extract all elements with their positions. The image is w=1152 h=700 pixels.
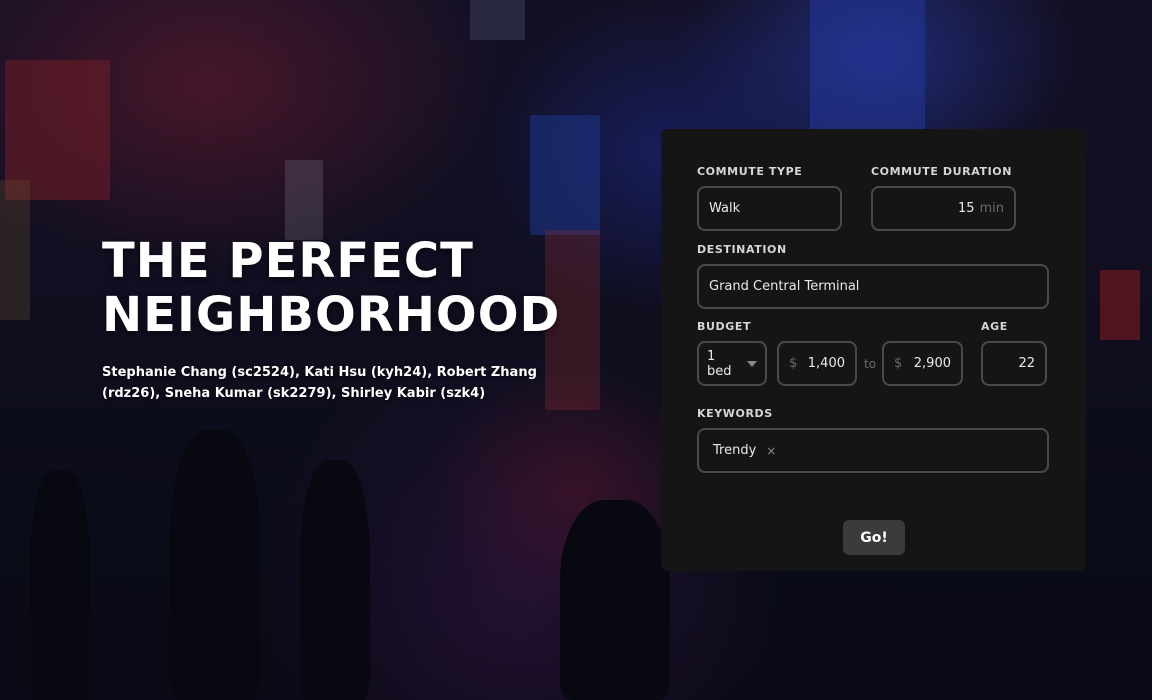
age-label: AGE <box>981 320 1008 333</box>
chevron-down-icon <box>747 360 757 367</box>
close-icon[interactable]: × <box>766 444 776 458</box>
destination-value: Grand Central Terminal <box>709 279 860 294</box>
age-value: 22 <box>1018 356 1035 371</box>
currency-icon: $ <box>789 356 798 371</box>
authors-text: Stephanie Chang (sc2524), Kati Hsu (kyh2… <box>102 365 537 401</box>
keywords-label: KEYWORDS <box>697 407 773 420</box>
page-title: THE PERFECT NEIGHBORHOOD <box>102 234 622 342</box>
budget-label: BUDGET <box>697 320 752 333</box>
currency-icon: $ <box>894 356 903 371</box>
commute-duration-input[interactable]: 15 min <box>871 186 1016 231</box>
commute-type-input[interactable]: Walk <box>697 186 842 231</box>
bedrooms-select[interactable]: 1 bed <box>697 341 767 386</box>
age-input[interactable]: 22 <box>981 341 1047 386</box>
commute-type-value: Walk <box>709 201 741 216</box>
go-button[interactable]: Go! <box>843 520 905 555</box>
keywords-input[interactable]: Trendy × <box>697 428 1049 473</box>
commute-duration-unit: min <box>979 201 1004 216</box>
budget-separator: to <box>864 357 877 371</box>
commute-type-label: COMMUTE TYPE <box>697 165 803 178</box>
budget-max-value: 2,900 <box>913 356 951 371</box>
budget-min-value: 1,400 <box>807 356 845 371</box>
commute-duration-label: COMMUTE DURATION <box>871 165 1013 178</box>
keyword-tag-label: Trendy <box>713 443 757 458</box>
hero: THE PERFECT NEIGHBORHOOD Stephanie Chang… <box>102 234 622 404</box>
search-form-panel: COMMUTE TYPE Walk COMMUTE DURATION 15 mi… <box>661 129 1086 571</box>
commute-duration-value: 15 <box>957 201 975 216</box>
bedrooms-value: 1 bed <box>707 348 732 379</box>
destination-label: DESTINATION <box>697 243 787 256</box>
title-line-1: THE PERFECT <box>102 233 474 289</box>
destination-input[interactable]: Grand Central Terminal <box>697 264 1049 309</box>
keyword-tag: Trendy × <box>713 443 776 458</box>
budget-max-input[interactable]: $ 2,900 <box>882 341 963 386</box>
budget-min-input[interactable]: $ 1,400 <box>777 341 857 386</box>
title-line-2: NEIGHBORHOOD <box>102 287 561 343</box>
